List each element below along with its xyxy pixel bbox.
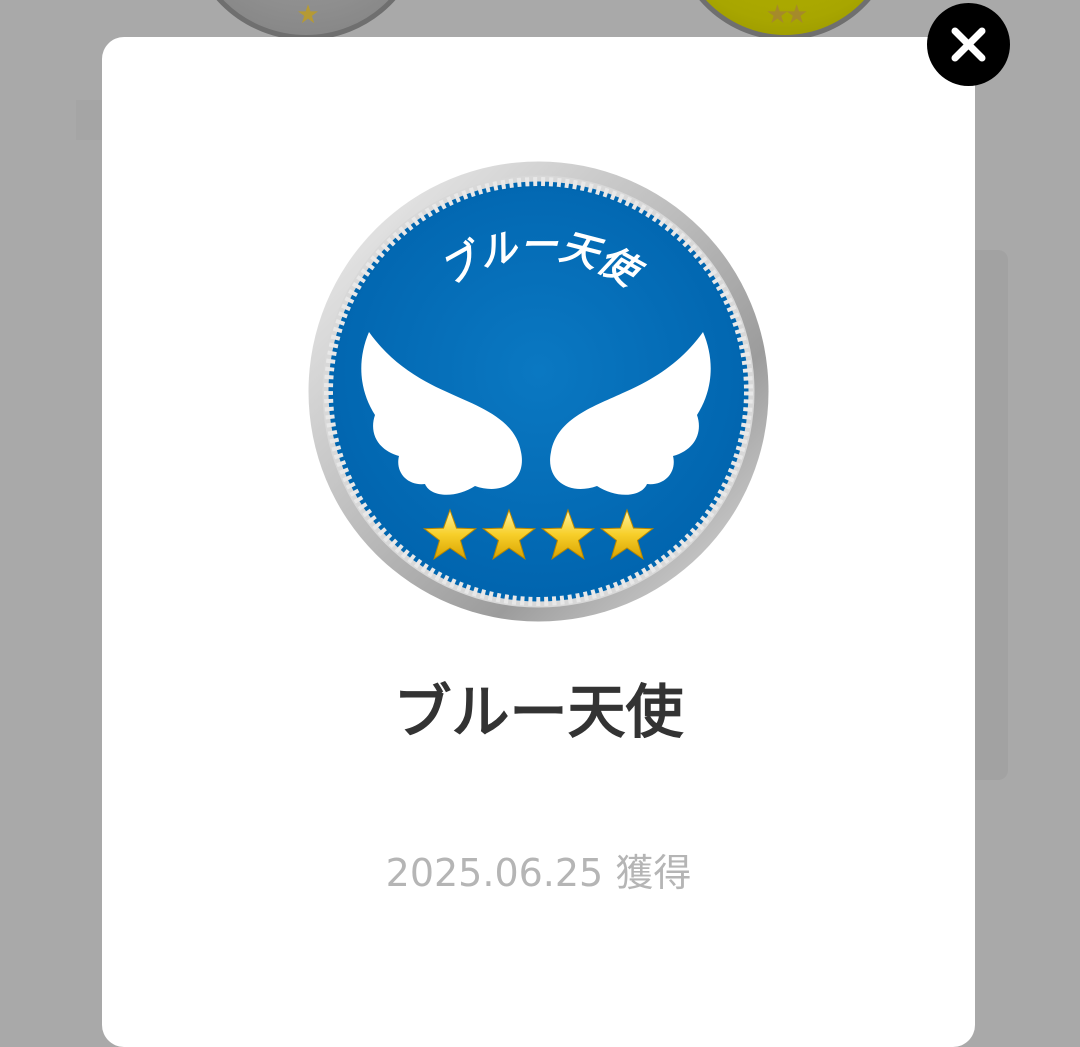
acquired-label: 獲得 [615, 851, 692, 895]
badge-emblem-graphic: ブルー天使 [308, 161, 769, 622]
background-badge-coin: ★ [186, 0, 426, 40]
close-icon [951, 27, 986, 62]
badge-title: ブルー天使 [393, 678, 684, 746]
close-button[interactable] [927, 3, 1010, 86]
badge-emblem: ブルー天使 [307, 160, 770, 623]
background-badge-coin: ★★ [670, 0, 900, 40]
acquired-date-value: 2025.06.25 [385, 851, 604, 895]
background-badge-stars: ★ [296, 0, 319, 30]
background-badge-stars: ★★ [765, 0, 809, 30]
badge-acquired-date: 2025.06.25 獲得 [102, 848, 975, 898]
